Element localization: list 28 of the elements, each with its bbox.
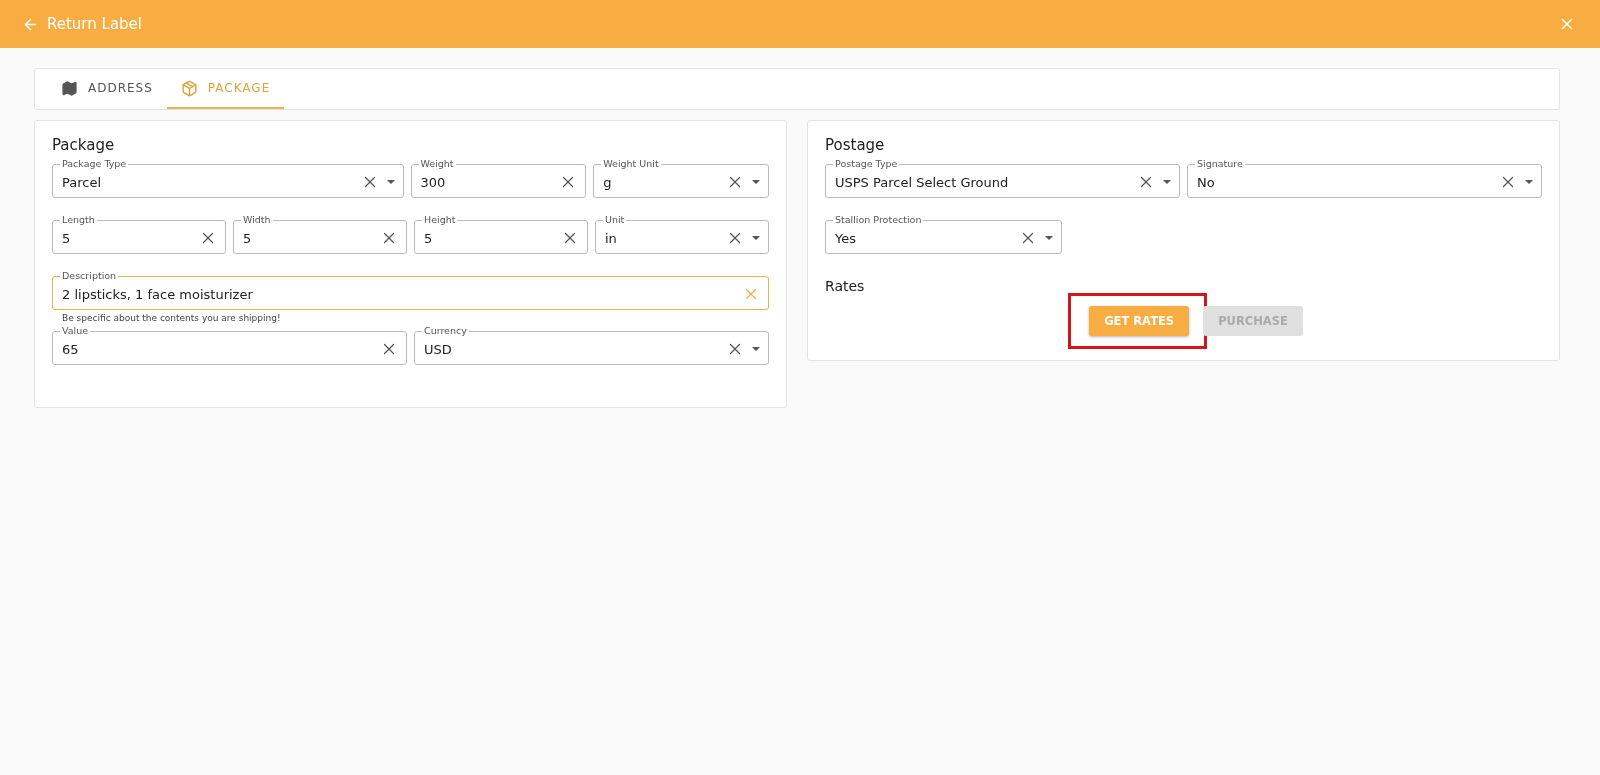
field-label: Currency [422, 325, 469, 337]
field-label: Stallion Protection [833, 214, 924, 226]
field-label: Width [241, 214, 273, 226]
card-title: Postage [825, 136, 885, 154]
field-label: Length [60, 214, 97, 226]
caret-icon[interactable] [386, 180, 395, 184]
section-title: Rates [825, 278, 865, 294]
box-icon [180, 79, 198, 97]
caret-icon[interactable] [752, 347, 760, 351]
caret-icon[interactable] [752, 180, 760, 184]
caret-icon[interactable] [752, 236, 760, 240]
caret-icon[interactable] [1044, 236, 1053, 240]
field-label: Weight [418, 158, 456, 170]
caret-icon[interactable] [1163, 180, 1171, 184]
field-label: Description [60, 270, 119, 282]
field-label: Signature [1195, 158, 1245, 170]
field-label: Weight Unit [601, 158, 661, 170]
card-title: Package [52, 136, 115, 154]
field-label: Postage Type [833, 158, 900, 170]
field-label: Unit [603, 214, 627, 226]
helper-text: Be specific about the contents you are shipping! [62, 313, 281, 323]
caret-icon[interactable] [1525, 180, 1533, 184]
field-label: Value [60, 325, 91, 337]
field-label: Package Type [60, 158, 129, 170]
tab[interactable]: ADDRESS [47, 69, 167, 109]
map-icon [61, 79, 78, 97]
header-title: Return Label [47, 15, 142, 33]
field-label: Height [422, 214, 458, 226]
